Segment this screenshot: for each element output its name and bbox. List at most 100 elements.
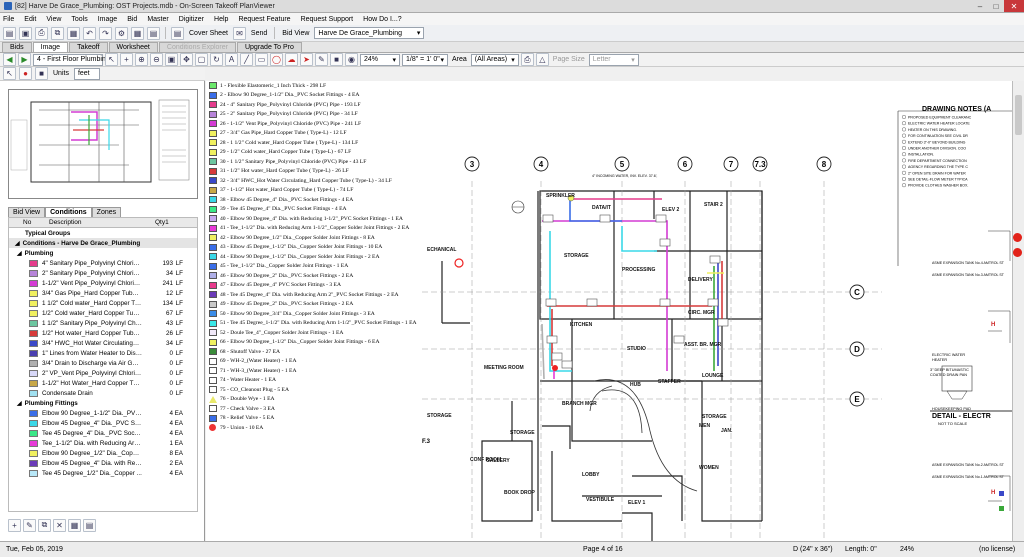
copy-condition-icon[interactable]: ⧉ [38, 518, 51, 532]
condition-row[interactable]: 3/4" Drain to Discharge via Air Gap ... 0… [9, 358, 197, 368]
menu-image[interactable]: Image [98, 16, 117, 23]
fit-icon[interactable]: ▢ [195, 53, 208, 66]
condition-row[interactable]: Elbow 90 Degree_1-1/2" Dia._PVC S... 4 EA [9, 408, 197, 418]
menu-view[interactable]: View [46, 16, 61, 23]
arrow-icon[interactable]: ➤ [300, 53, 313, 66]
pan-icon[interactable]: ✥ [180, 53, 193, 66]
report-icon[interactable]: ▤ [147, 26, 160, 40]
menu-tools[interactable]: Tools [71, 16, 87, 23]
tab-upgrade[interactable]: Upgrade To Pro [236, 42, 302, 52]
page-select[interactable]: 4 - First Floor Plumbing▾ [33, 53, 113, 66]
condition-row[interactable]: 1 1/2" Sanitary Pipe_Polyvinyl Chlori...… [9, 318, 197, 328]
menu-edit[interactable]: Edit [24, 16, 36, 23]
ruler-icon[interactable]: ■ [35, 67, 48, 80]
maximize-button[interactable]: □ [988, 0, 1004, 12]
open-icon[interactable]: ▤ [3, 26, 16, 40]
bid-select[interactable]: Harve De Grace_Plumbing ▾ [314, 27, 425, 39]
condition-row[interactable]: Elbow 45 Degree_4" Dia. with Reduci... 2 E… [9, 458, 197, 468]
condition-row[interactable]: 3/4" HWC_Hot Water Circulating_Ha... 34 LF [9, 338, 197, 348]
close-button[interactable]: ✕ [1004, 0, 1024, 12]
menu-digitizer[interactable]: Digitizer [179, 16, 204, 23]
delete-condition-icon[interactable]: ✕ [53, 518, 66, 532]
condition-row[interactable]: 1" Lines from Water Heater to Discha... 0… [9, 348, 197, 358]
condition-row[interactable]: Condensate Drain 0 LF [9, 388, 197, 398]
edit-condition-icon[interactable]: ✎ [23, 518, 36, 532]
minimize-button[interactable]: – [972, 0, 988, 12]
tab-image[interactable]: Image [32, 42, 69, 52]
hide-icon[interactable]: ◉ [345, 53, 358, 66]
condition-row[interactable]: 4" Sanitary Pipe_Polyvinyl Chloride (P..… [9, 258, 197, 268]
tab-bids[interactable]: Bids [2, 42, 32, 52]
condition-row[interactable]: 2" Sanitary Pipe_Polyvinyl Chloride (P..… [9, 268, 197, 278]
redo-icon[interactable]: ↷ [99, 26, 112, 40]
menu-how-do-i[interactable]: How Do I...? [363, 16, 402, 23]
grid-icon[interactable]: ▦ [131, 26, 144, 40]
bid-conditions-group[interactable]: ◢ Conditions - Harve De Grace_Plumbing [9, 238, 197, 248]
tab-worksheet[interactable]: Worksheet [108, 42, 158, 52]
print-page-icon[interactable]: ⎙ [520, 53, 534, 66]
select-icon[interactable]: ↖ [105, 53, 118, 66]
col-qty1[interactable]: Qty1 [155, 219, 169, 226]
units-select[interactable]: feet [73, 67, 100, 80]
condition-row[interactable]: Elbow 45 Degree_4" Dia._PVC Socket ... 4E… [9, 418, 197, 428]
text-icon[interactable]: A [225, 53, 238, 66]
tab-zones[interactable]: Zones [91, 207, 122, 217]
condition-row[interactable]: 3/4" Gas Pipe_Hard Copper Tube ( T... 12 L… [9, 288, 197, 298]
vertical-scrollbar[interactable] [1012, 81, 1024, 541]
menu-master[interactable]: Master [147, 16, 168, 23]
condition-row[interactable]: Tee 45 Degree_4" Dia._PVC Socket ... 4 EA [9, 428, 197, 438]
stamp-icon[interactable]: ■ [330, 53, 343, 66]
tab-conditions[interactable]: Conditions [45, 207, 92, 217]
condition-row[interactable]: 2" VP_Vent Pipe_Polyvinyl Chloride ... 0 L… [9, 368, 197, 378]
page-thumbnail[interactable] [8, 89, 198, 199]
bid-view-button[interactable]: Bid View [280, 30, 311, 37]
print-icon[interactable]: ⎙ [35, 26, 48, 40]
fittings-group[interactable]: ◢ Plumbing Fittings [9, 398, 197, 408]
zoom-select[interactable]: 24% ▾ [360, 53, 400, 66]
lock-icon[interactable]: △ [535, 53, 549, 66]
condition-row[interactable]: Tee 45 Degree_1/2" Dia._Copper ... 4 EA [9, 468, 197, 478]
condition-row[interactable]: 1/2" Hot water_Hard Copper Tube ( ... 26 L… [9, 328, 197, 338]
rectangle-icon[interactable]: ▭ [255, 53, 268, 66]
zoom-window-icon[interactable]: ▣ [165, 53, 178, 66]
send-button[interactable]: Send [249, 30, 269, 37]
condition-row[interactable]: Tee_1-1/2" Dia. with Reducing Arm ... 1 EA [9, 438, 197, 448]
crosshair-icon[interactable]: + [120, 53, 133, 66]
page-size-select[interactable]: Letter ▾ [588, 53, 639, 66]
record-icon[interactable]: ● [19, 67, 32, 80]
save-icon[interactable]: ▣ [19, 26, 32, 40]
back-icon[interactable]: ◀ [3, 53, 16, 66]
undo-icon[interactable]: ↶ [83, 26, 96, 40]
ellipse-icon[interactable]: ◯ [270, 53, 283, 66]
typical-groups[interactable]: Typical Groups [9, 228, 197, 238]
highlight-icon[interactable]: ✎ [315, 53, 328, 66]
line-icon[interactable]: ╱ [240, 53, 253, 66]
condition-row[interactable]: 1-1/2" Vent Pipe_Polyvinyl Chloride (...… [9, 278, 197, 288]
new-condition-icon[interactable]: + [8, 518, 21, 532]
settings-icon[interactable]: ⚙ [115, 26, 128, 40]
forward-icon[interactable]: ▶ [18, 53, 31, 66]
scale-select[interactable]: 1/8" = 1' 0" ▾ [402, 53, 448, 66]
zoom-in-icon[interactable]: ⊕ [135, 53, 148, 66]
zoom-out-icon[interactable]: ⊖ [150, 53, 163, 66]
col-no[interactable]: No [23, 219, 31, 226]
condition-row[interactable]: 1 1/2" Cold water_Hard Copper Tube ... 13… [9, 298, 197, 308]
menu-help[interactable]: Help [214, 16, 228, 23]
cover-sheet-button[interactable]: Cover Sheet [187, 30, 230, 37]
tab-conditions-explorer[interactable]: Conditions Explorer [158, 42, 236, 52]
condition-row[interactable]: 1/2" Cold water_Hard Copper Tube (... 67 L… [9, 308, 197, 318]
tab-takeoff[interactable]: Takeoff [69, 42, 108, 52]
style-icon[interactable]: ▦ [68, 518, 81, 532]
paste-icon[interactable]: ▦ [67, 26, 80, 40]
drawing-canvas[interactable]: 3 4 5 6 7 7.3 8 C D E F.3 SPRINKLER DATA/IT ELEV 2 ST… [422, 81, 1012, 541]
menu-request-support[interactable]: Request Support [301, 16, 354, 23]
condition-row[interactable]: Elbow 90 Degree_1/2" Dia._Copper ... 8 EA [9, 448, 197, 458]
menu-bid[interactable]: Bid [127, 16, 137, 23]
folder-icon[interactable]: ▤ [83, 518, 96, 532]
area-select[interactable]: (All Areas) ▾ [470, 53, 519, 66]
tab-bid-view[interactable]: Bid View [8, 207, 46, 217]
cloud-icon[interactable]: ☁ [285, 53, 298, 66]
col-description[interactable]: Description [49, 219, 82, 226]
edit-pointer-icon[interactable]: ↖ [3, 67, 16, 80]
scroll-thumb[interactable] [1015, 95, 1022, 135]
